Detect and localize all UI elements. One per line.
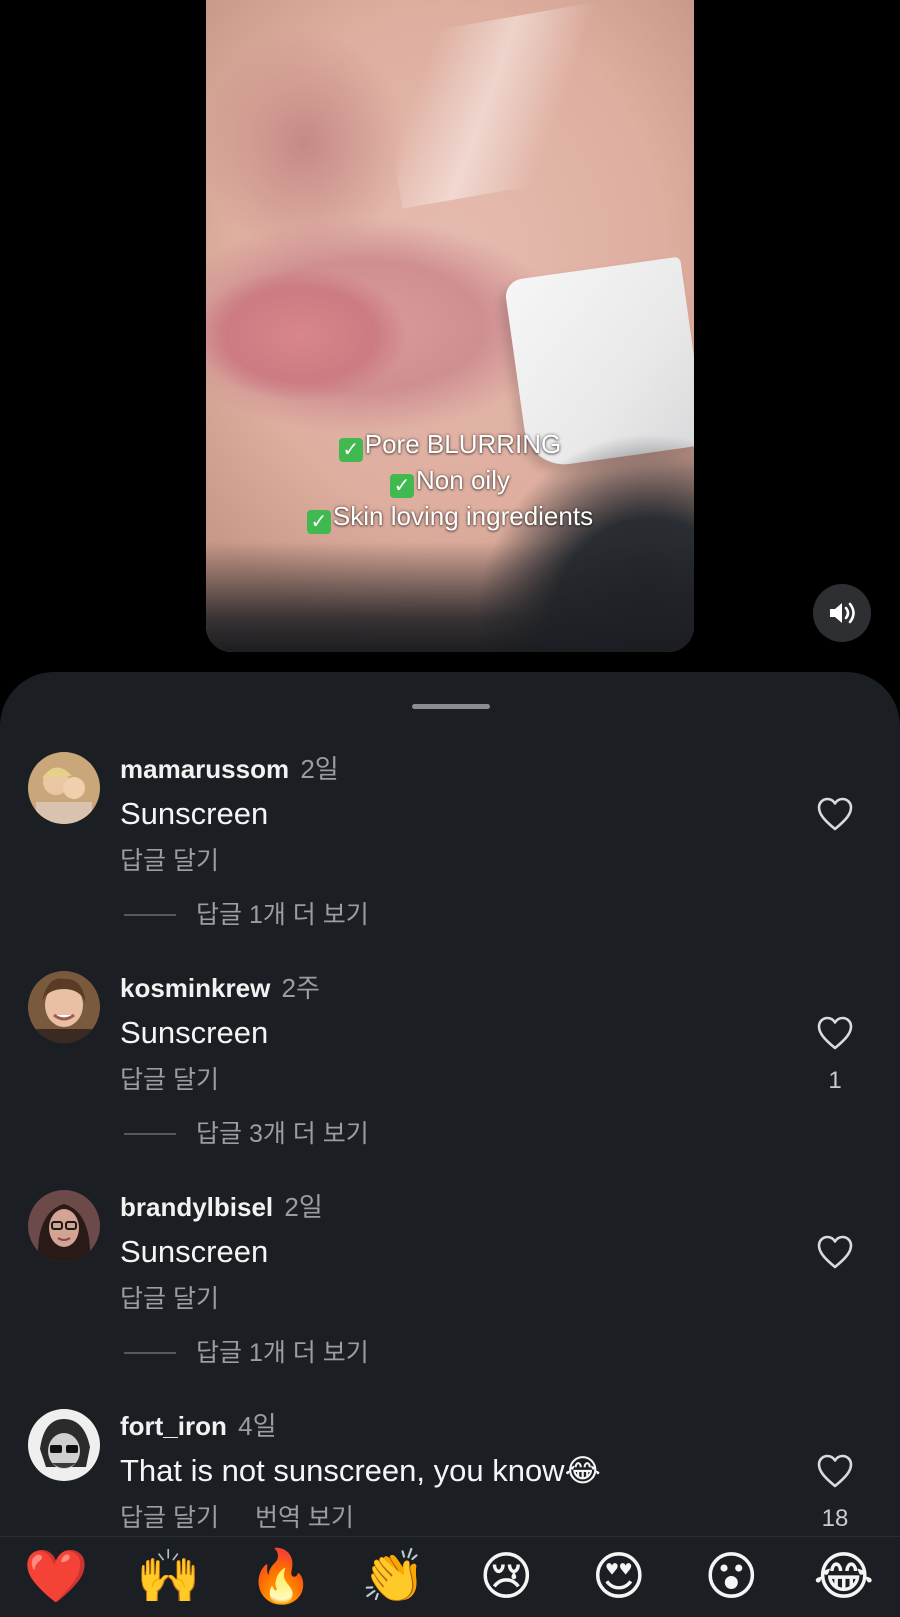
replies-divider: [124, 914, 176, 916]
video-caption: ✓ Pore BLURRING ✓ Non oily ✓ Skin loving in…: [206, 426, 694, 534]
comment-time: 2일: [284, 1192, 323, 1222]
emoji-heart-eyes-button[interactable]: 😍: [569, 1537, 669, 1617]
comment-username[interactable]: kosminkrew: [120, 973, 270, 1003]
emoji-fire-button[interactable]: 🔥: [231, 1537, 331, 1617]
caption-line: ✓ Non oily: [206, 462, 694, 498]
view-more-replies-button[interactable]: 답글 1개 더 보기: [124, 900, 369, 930]
avatar[interactable]: [28, 1409, 100, 1481]
caption-line-text: Skin loving ingredients: [332, 501, 594, 531]
check-icon: ✓: [338, 438, 363, 462]
reply-button[interactable]: 답글 달기: [120, 1066, 219, 1094]
comment-actions: 답글 달기: [120, 1284, 219, 1314]
comment-actions: 답글 달기 번역 보기: [120, 1503, 354, 1533]
video-frame-jaw-shadow: [206, 542, 694, 652]
comment-time: 4일: [238, 1411, 277, 1441]
view-more-replies-label: 답글 1개 더 보기: [196, 1339, 369, 1367]
comment-username[interactable]: fort_iron: [120, 1411, 227, 1441]
comment-actions: 답글 달기: [120, 846, 219, 876]
translate-button[interactable]: 번역 보기: [255, 1504, 354, 1532]
comment-text: Sunscreen: [120, 1015, 269, 1050]
comment-meta: mamarussom 2일: [120, 754, 339, 784]
like-count: 18: [821, 1505, 849, 1532]
comment-text: That is not sunscreen, you know😂: [120, 1453, 601, 1488]
comment-meta: brandylbisel 2일: [120, 1192, 323, 1222]
caption-line-text: Pore BLURRING: [364, 429, 562, 459]
comment-username[interactable]: brandylbisel: [120, 1192, 273, 1222]
video-frame-lips: [206, 270, 406, 400]
view-more-replies-label: 답글 1개 더 보기: [196, 901, 369, 929]
view-more-replies-button[interactable]: 답글 1개 더 보기: [124, 1338, 369, 1368]
caption-line: ✓ Pore BLURRING: [206, 426, 694, 462]
emoji-clap-button[interactable]: 👏: [344, 1537, 444, 1617]
emoji-crying-button[interactable]: 😢: [456, 1537, 556, 1617]
emoji-heart-button[interactable]: ❤️: [6, 1537, 106, 1617]
video-player[interactable]: ✓ Pore BLURRING ✓ Non oily ✓ Skin loving in…: [206, 0, 694, 652]
replies-divider: [124, 1352, 176, 1354]
avatar[interactable]: [28, 1190, 100, 1262]
view-more-replies-label: 답글 3개 더 보기: [196, 1120, 369, 1148]
check-icon: ✓: [306, 510, 331, 534]
emoji-reaction-bar: ❤️ 🙌 🔥 👏 😢 😍 😮 😂: [0, 1536, 900, 1617]
sheet-drag-handle[interactable]: [412, 704, 490, 709]
comments-sheet[interactable]: mamarussom 2일 Sunscreen 답글 달기 답글 1개 더 보기: [0, 672, 900, 1616]
comment-time: 2주: [281, 973, 320, 1003]
heart-icon[interactable]: [816, 1234, 854, 1270]
reply-button[interactable]: 답글 달기: [120, 847, 219, 875]
caption-line-text: Non oily: [416, 465, 510, 495]
emoji-surprised-button[interactable]: 😮: [681, 1537, 781, 1617]
avatar[interactable]: [28, 971, 100, 1043]
video-frame-gloss: [372, 1, 630, 209]
comment-actions: 답글 달기: [120, 1065, 219, 1095]
replies-divider: [124, 1133, 176, 1135]
sound-toggle-button[interactable]: [813, 584, 871, 642]
emoji-raised-hands-button[interactable]: 🙌: [119, 1537, 219, 1617]
reply-button[interactable]: 답글 달기: [120, 1504, 219, 1532]
heart-icon[interactable]: [816, 1453, 854, 1489]
emoji-laughing-button[interactable]: 😂: [794, 1537, 894, 1617]
comment-time: 2일: [300, 754, 339, 784]
comment-text: Sunscreen: [120, 1234, 269, 1269]
caption-line: ✓ Skin loving ingredients: [206, 498, 694, 534]
avatar[interactable]: [28, 752, 100, 824]
view-more-replies-button[interactable]: 답글 3개 더 보기: [124, 1119, 369, 1149]
comment-meta: kosminkrew 2주: [120, 973, 320, 1003]
comment-text: Sunscreen: [120, 796, 269, 831]
comment-meta: fort_iron 4일: [120, 1411, 277, 1441]
heart-icon[interactable]: [816, 796, 854, 832]
comment-username[interactable]: mamarussom: [120, 754, 289, 784]
speaker-on-icon: [830, 602, 855, 624]
check-icon: ✓: [390, 474, 415, 498]
like-count: 1: [828, 1067, 842, 1094]
heart-icon[interactable]: [816, 1015, 854, 1051]
reply-button[interactable]: 답글 달기: [120, 1285, 219, 1313]
